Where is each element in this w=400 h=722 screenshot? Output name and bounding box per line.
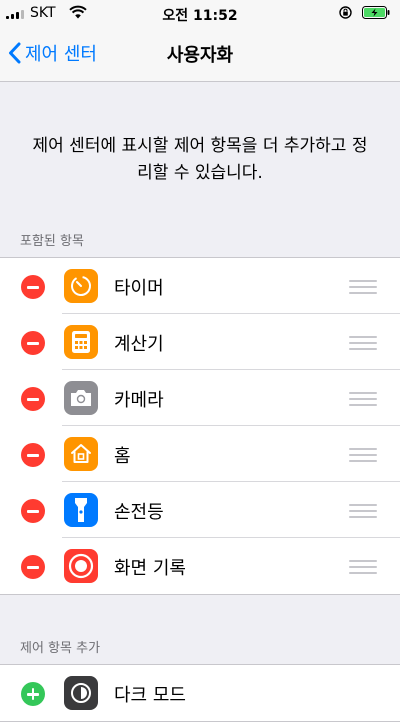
list-item-label: 홈 bbox=[114, 446, 131, 467]
list-item-label: 타이머 bbox=[114, 278, 164, 299]
list-item-label: 카메라 bbox=[114, 390, 164, 411]
calculator-icon bbox=[64, 325, 98, 359]
screen-recording-icon bbox=[64, 549, 98, 583]
more-controls-section-header: 제어 항목 추가 bbox=[20, 641, 101, 656]
list-item-calculator: 계산기 bbox=[0, 314, 400, 370]
home-icon bbox=[64, 437, 98, 471]
status-bar: SKT 오전 11:52 bbox=[0, 0, 400, 26]
reorder-handle[interactable] bbox=[349, 560, 377, 574]
list-item-home: 홈 bbox=[0, 426, 400, 482]
timer-icon bbox=[64, 269, 98, 303]
dark-mode-icon bbox=[64, 676, 98, 710]
included-list: 타이머 계산기 카메라 홈 손전등 화면 기록 bbox=[0, 257, 400, 595]
reorder-handle[interactable] bbox=[349, 504, 377, 518]
remove-button[interactable] bbox=[21, 555, 45, 579]
remove-button[interactable] bbox=[21, 499, 45, 523]
remove-button[interactable] bbox=[21, 387, 45, 411]
reorder-handle[interactable] bbox=[349, 448, 377, 462]
list-item-dark-mode: 다크 모드 bbox=[0, 665, 400, 721]
remove-button[interactable] bbox=[21, 443, 45, 467]
included-section-header: 포함된 항목 bbox=[20, 234, 84, 249]
reorder-handle[interactable] bbox=[349, 392, 377, 406]
camera-icon bbox=[64, 381, 98, 415]
list-item-flashlight: 손전등 bbox=[0, 482, 400, 538]
description-text: 제어 센터에 표시할 제어 항목을 더 추가하고 정리할 수 있습니다. bbox=[32, 136, 368, 183]
remove-button[interactable] bbox=[21, 331, 45, 355]
page-title: 사용자화 bbox=[166, 45, 234, 66]
list-item-label: 계산기 bbox=[114, 334, 164, 355]
reorder-handle[interactable] bbox=[349, 280, 377, 294]
navigation-bar: 제어 센터 사용자화 bbox=[0, 26, 400, 82]
orientation-lock-icon bbox=[339, 6, 352, 19]
flashlight-icon bbox=[64, 493, 98, 527]
add-button[interactable] bbox=[21, 682, 45, 706]
reorder-handle[interactable] bbox=[349, 336, 377, 350]
list-item-screen-recording: 화면 기록 bbox=[0, 538, 400, 594]
more-controls-list: 다크 모드 bbox=[0, 664, 400, 722]
battery-icon bbox=[362, 6, 390, 19]
list-item-label: 화면 기록 bbox=[114, 558, 186, 579]
list-item-label: 손전등 bbox=[114, 502, 164, 523]
list-item-label: 다크 모드 bbox=[114, 685, 186, 706]
remove-button[interactable] bbox=[21, 275, 45, 299]
list-item-camera: 카메라 bbox=[0, 370, 400, 426]
list-item-timer: 타이머 bbox=[0, 258, 400, 314]
